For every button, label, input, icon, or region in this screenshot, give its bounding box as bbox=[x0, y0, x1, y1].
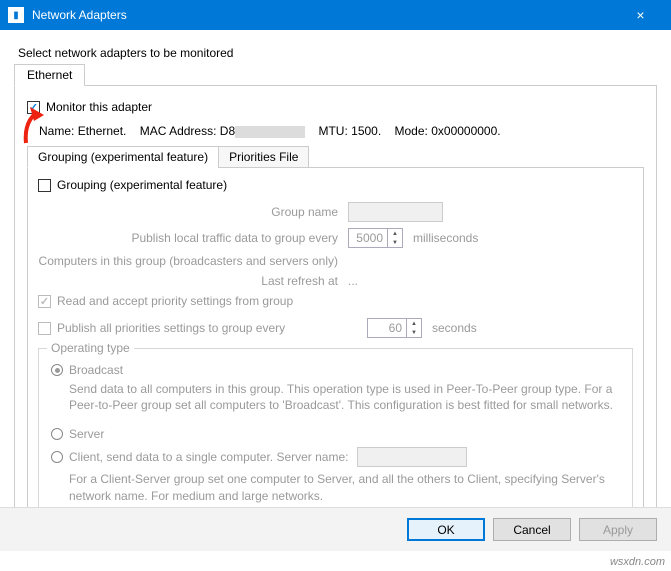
broadcast-help: Send data to all computers in this group… bbox=[69, 381, 620, 413]
adapter-mode-value: 0x00000000. bbox=[431, 124, 500, 138]
monitor-adapter-checkbox[interactable] bbox=[27, 101, 40, 114]
operating-type-legend: Operating type bbox=[47, 341, 134, 355]
grouping-label: Grouping (experimental feature) bbox=[57, 178, 227, 192]
last-refresh-label: Last refresh at bbox=[38, 274, 348, 288]
button-bar: OK Cancel Apply bbox=[0, 507, 671, 551]
apply-button[interactable]: Apply bbox=[579, 518, 657, 541]
instruction-text: Select network adapters to be monitored bbox=[18, 46, 653, 60]
adapter-name-value: Ethernet. bbox=[78, 124, 127, 138]
dialog-content: Select network adapters to be monitored … bbox=[0, 30, 671, 559]
adapter-info: Name: Ethernet. MAC Address: D8 MTU: 150… bbox=[39, 124, 644, 138]
publish-priorities-row: Publish all priorities settings to group… bbox=[38, 318, 633, 338]
chevron-down-icon[interactable]: ▼ bbox=[407, 328, 421, 337]
publish-traffic-label: Publish local traffic data to group ever… bbox=[38, 231, 348, 245]
radio-broadcast-label: Broadcast bbox=[69, 363, 123, 377]
adapter-mtu-value: 1500. bbox=[351, 124, 381, 138]
publish-unit: milliseconds bbox=[413, 231, 478, 245]
mac-redacted bbox=[235, 126, 305, 138]
monitor-adapter-row: Monitor this adapter bbox=[27, 100, 644, 114]
adapter-mtu-label: MTU: bbox=[318, 124, 347, 138]
radio-broadcast[interactable] bbox=[51, 364, 63, 376]
client-help: For a Client-Server group set one comput… bbox=[69, 471, 620, 503]
main-tabstrip: Ethernet bbox=[14, 64, 657, 86]
radio-server-label: Server bbox=[69, 427, 104, 441]
adapter-mac-value: D8 bbox=[220, 124, 235, 138]
sub-tabstrip: Grouping (experimental feature) Prioriti… bbox=[27, 146, 644, 168]
adapter-mac-label: MAC Address: bbox=[140, 124, 217, 138]
radio-server[interactable] bbox=[51, 428, 63, 440]
server-name-input[interactable] bbox=[357, 447, 467, 467]
publish-priorities-spinner[interactable]: 60 ▲▼ bbox=[367, 318, 422, 338]
window-title: Network Adapters bbox=[32, 8, 618, 22]
subtab-priorities[interactable]: Priorities File bbox=[218, 146, 309, 168]
group-name-input[interactable] bbox=[348, 202, 443, 222]
grouping-checkbox[interactable] bbox=[38, 179, 51, 192]
close-button[interactable]: × bbox=[618, 0, 663, 30]
monitor-adapter-label: Monitor this adapter bbox=[46, 100, 152, 114]
chevron-up-icon[interactable]: ▲ bbox=[388, 229, 402, 238]
publish-priorities-label: Publish all priorities settings to group… bbox=[57, 321, 367, 335]
app-icon: ▮ bbox=[8, 7, 24, 23]
tab-ethernet[interactable]: Ethernet bbox=[14, 64, 85, 86]
operating-type-fieldset: Operating type Broadcast Send data to al… bbox=[38, 348, 633, 525]
ok-button[interactable]: OK bbox=[407, 518, 485, 541]
title-bar: ▮ Network Adapters × bbox=[0, 0, 671, 30]
read-accept-row: Read and accept priority settings from g… bbox=[38, 294, 633, 308]
chevron-down-icon[interactable]: ▼ bbox=[388, 238, 402, 247]
grouping-row: Grouping (experimental feature) bbox=[38, 178, 633, 192]
radio-client[interactable] bbox=[51, 451, 63, 463]
computers-in-group-label: Computers in this group (broadcasters an… bbox=[38, 254, 348, 268]
read-accept-label: Read and accept priority settings from g… bbox=[57, 294, 293, 308]
publish-priorities-unit: seconds bbox=[432, 321, 477, 335]
subtab-grouping[interactable]: Grouping (experimental feature) bbox=[27, 146, 219, 168]
adapter-mode-label: Mode: bbox=[395, 124, 428, 138]
radio-client-label: Client, send data to a single computer. … bbox=[69, 450, 349, 464]
publish-priorities-value: 60 bbox=[368, 321, 406, 335]
grouping-pane: Grouping (experimental feature) Group na… bbox=[27, 168, 644, 538]
publish-priorities-checkbox[interactable] bbox=[38, 322, 51, 335]
last-refresh-value: ... bbox=[348, 274, 358, 288]
adapter-name-label: Name: bbox=[39, 124, 74, 138]
publish-interval-spinner[interactable]: 5000 ▲▼ bbox=[348, 228, 403, 248]
cancel-button[interactable]: Cancel bbox=[493, 518, 571, 541]
publish-interval-value: 5000 bbox=[349, 231, 387, 245]
read-accept-checkbox[interactable] bbox=[38, 295, 51, 308]
watermark: wsxdn.com bbox=[610, 556, 665, 568]
ethernet-pane: Monitor this adapter Name: Ethernet. MAC… bbox=[14, 86, 657, 549]
chevron-up-icon[interactable]: ▲ bbox=[407, 319, 421, 328]
group-name-label: Group name bbox=[38, 205, 348, 219]
